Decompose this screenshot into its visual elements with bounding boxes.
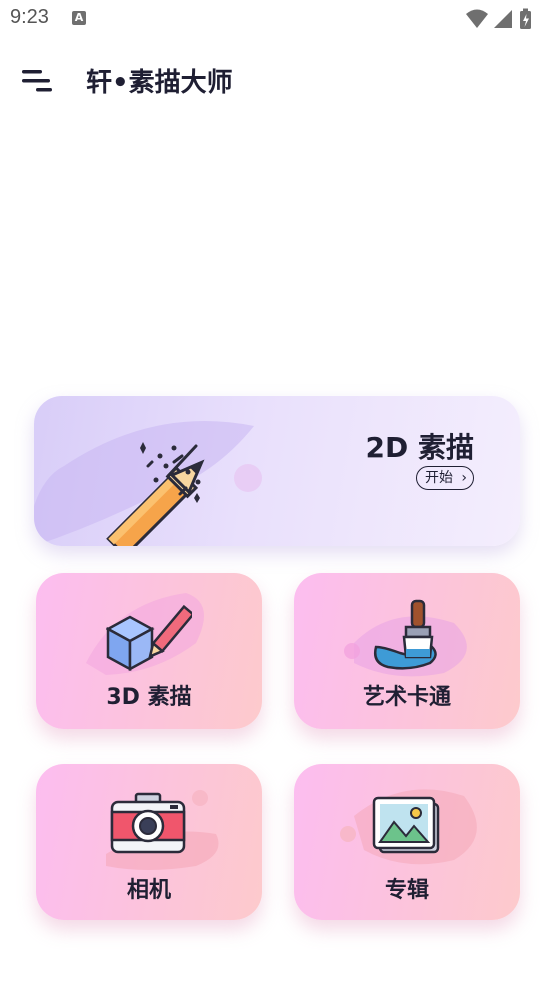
art-cartoon-label: 艺术卡通 [362, 685, 451, 710]
photo-album-icon [372, 796, 440, 854]
camera-card[interactable]: 相机 [36, 764, 262, 920]
status-time: 9:23 [10, 6, 49, 28]
pencil-icon [106, 442, 205, 546]
wifi-icon [466, 9, 488, 28]
signal-icon [494, 10, 512, 28]
art-cartoon-card[interactable]: 艺术卡通 [294, 573, 520, 729]
app-bar: 轩•素描大师 [0, 38, 554, 122]
status-icons [464, 6, 544, 30]
sketch-2d-title: 2D 素描 [365, 431, 474, 464]
battery-icon [520, 8, 531, 29]
start-button-label: 开始 [425, 470, 453, 486]
sketch-3d-card[interactable]: 3D 素描 [36, 573, 262, 729]
album-card[interactable]: 专辑 [294, 764, 520, 920]
notification-icon: A [72, 11, 86, 25]
chevron-right-icon: › [461, 470, 467, 486]
status-bar: 9:23 A [0, 0, 554, 38]
paint-brush-icon [374, 599, 437, 670]
start-button[interactable]: 开始 › [416, 466, 474, 490]
app-title: 轩•素描大师 [86, 68, 233, 98]
sketch-2d-card[interactable]: 2D 素描 开始 › [34, 396, 520, 546]
camera-label: 相机 [126, 878, 171, 903]
menu-button[interactable] [20, 68, 56, 94]
menu-icon [22, 70, 52, 92]
album-label: 专辑 [384, 878, 429, 903]
sketch-3d-label: 3D 素描 [106, 685, 192, 710]
camera-icon [110, 792, 186, 854]
cube-pencil-icon [106, 604, 192, 672]
